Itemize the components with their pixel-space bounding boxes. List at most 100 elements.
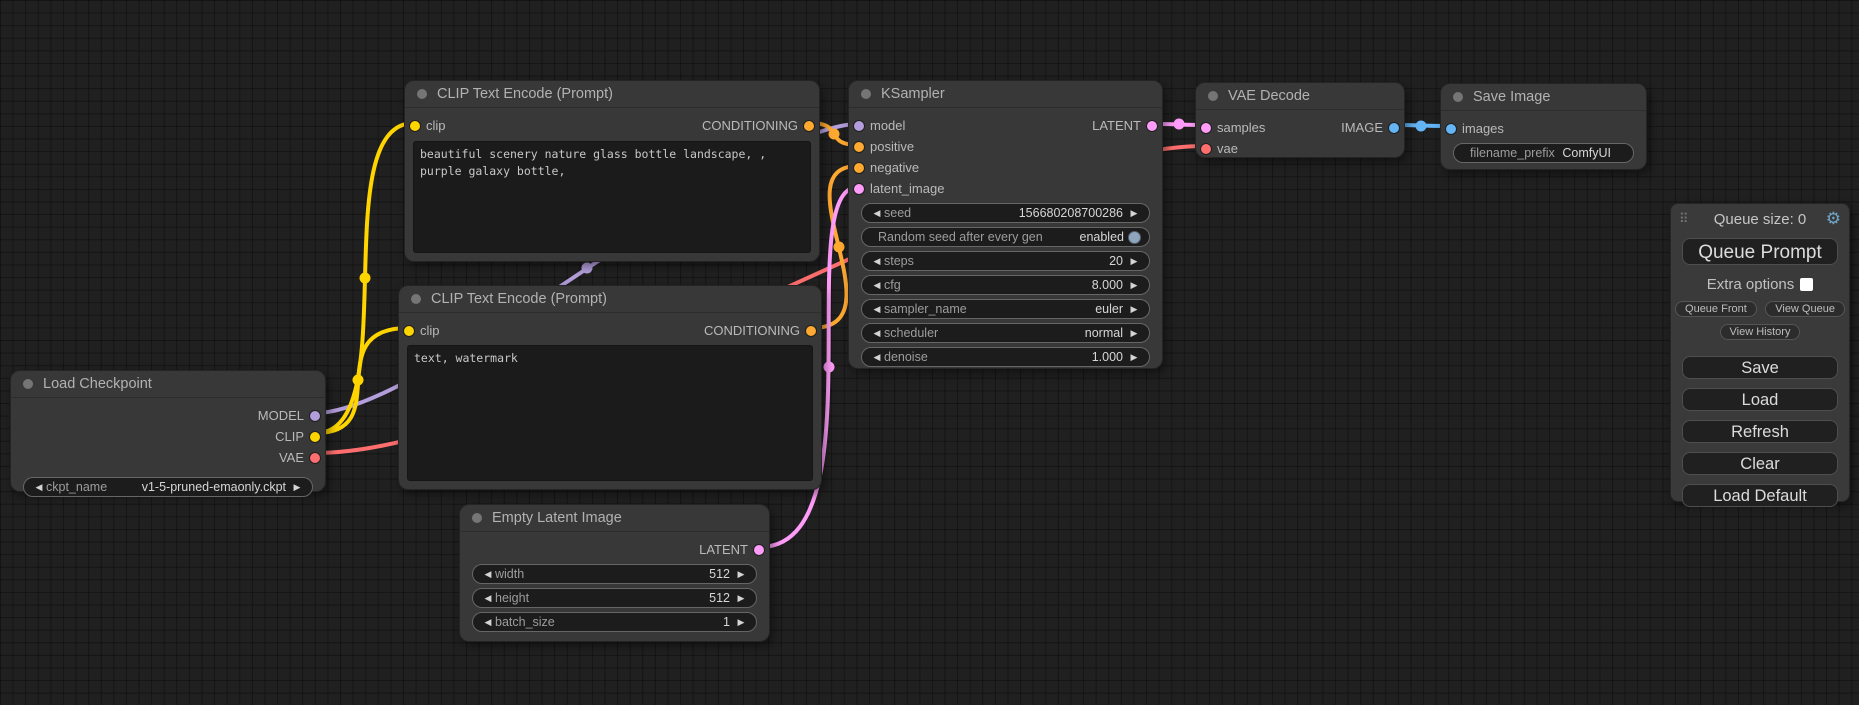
slot-label: LATENT — [1092, 118, 1141, 133]
random-seed-toggle-widget[interactable]: Random seed after every gen enabled — [861, 227, 1150, 247]
node-title: CLIP Text Encode (Prompt) — [431, 291, 607, 307]
decrement-arrow-icon[interactable]: ◀ — [481, 569, 495, 580]
slot-label: positive — [870, 139, 914, 154]
queue-front-button[interactable]: Queue Front — [1675, 301, 1757, 317]
slot-label: IMAGE — [1341, 120, 1383, 135]
height-widget[interactable]: ◀ height 512 ▶ — [472, 588, 757, 608]
load-default-button[interactable]: Load Default — [1682, 484, 1838, 507]
steps-widget[interactable]: ◀ steps 20 ▶ — [861, 251, 1150, 271]
toggle-icon[interactable] — [1128, 231, 1141, 244]
slot-label: negative — [870, 160, 919, 175]
slot-dot-icon — [754, 545, 764, 555]
node-title-bar[interactable]: Empty Latent Image — [460, 505, 769, 532]
node-title-bar[interactable]: CLIP Text Encode (Prompt) — [405, 81, 819, 108]
widget-value: ComfyUI — [1558, 146, 1625, 160]
save-button[interactable]: Save — [1682, 356, 1838, 379]
node-title-bar[interactable]: CLIP Text Encode (Prompt) — [399, 286, 821, 313]
scheduler-widget[interactable]: ◀ scheduler normal ▶ — [861, 323, 1150, 343]
extra-options-checkbox[interactable] — [1800, 278, 1813, 291]
queue-prompt-button[interactable]: Queue Prompt — [1682, 238, 1838, 265]
node-save-image[interactable]: Save Image images filename_prefix ComfyU… — [1440, 83, 1647, 170]
increment-arrow-icon[interactable]: ▶ — [734, 617, 748, 628]
slot-label: MODEL — [258, 408, 304, 423]
clear-button[interactable]: Clear — [1682, 452, 1838, 475]
batch-size-widget[interactable]: ◀ batch_size 1 ▶ — [472, 612, 757, 632]
node-title-bar[interactable]: VAE Decode — [1196, 83, 1404, 110]
node-empty-latent-image[interactable]: Empty Latent Image LATENT ◀ width 512 ▶ … — [459, 504, 770, 642]
slot-label: latent_image — [870, 181, 944, 196]
load-button[interactable]: Load — [1682, 388, 1838, 411]
slot-dot-icon — [854, 121, 864, 131]
collapse-dot-icon[interactable] — [861, 89, 871, 99]
denoise-widget[interactable]: ◀ denoise 1.000 ▶ — [861, 347, 1150, 367]
slot-dot-icon — [854, 142, 864, 152]
decrement-arrow-icon[interactable]: ◀ — [870, 352, 884, 363]
slot-label: vae — [1217, 141, 1238, 156]
slot-label: LATENT — [699, 542, 748, 557]
gear-icon[interactable]: ⚙ — [1826, 209, 1841, 229]
widget-value: 20 — [1105, 254, 1127, 268]
widget-value: 156680208700286 — [1015, 206, 1127, 220]
collapse-dot-icon[interactable] — [1453, 92, 1463, 102]
decrement-arrow-icon[interactable]: ◀ — [481, 617, 495, 628]
widget-label: width — [495, 567, 705, 581]
slot-dot-icon — [1446, 124, 1456, 134]
decrement-arrow-icon[interactable]: ◀ — [870, 328, 884, 339]
slot-dot-icon — [806, 326, 816, 336]
seed-widget[interactable]: ◀ seed 156680208700286 ▶ — [861, 203, 1150, 223]
decrement-arrow-icon[interactable]: ◀ — [870, 304, 884, 315]
slot-dot-icon — [310, 432, 320, 442]
cfg-widget[interactable]: ◀ cfg 8.000 ▶ — [861, 275, 1150, 295]
node-vae-decode[interactable]: VAE Decode samples IMAGE vae — [1195, 82, 1405, 158]
widget-label: steps — [884, 254, 1105, 268]
collapse-dot-icon[interactable] — [417, 89, 427, 99]
widget-value: normal — [1081, 326, 1127, 340]
slot-label: clip — [420, 323, 440, 338]
collapse-dot-icon[interactable] — [1208, 91, 1218, 101]
increment-arrow-icon[interactable]: ▶ — [1127, 280, 1141, 291]
decrement-arrow-icon[interactable]: ◀ — [870, 280, 884, 291]
view-queue-button[interactable]: View Queue — [1765, 301, 1845, 317]
increment-arrow-icon[interactable]: ▶ — [1127, 304, 1141, 315]
slot-label: CONDITIONING — [704, 323, 800, 338]
slot-dot-icon — [310, 453, 320, 463]
increment-arrow-icon[interactable]: ▶ — [1127, 328, 1141, 339]
increment-arrow-icon[interactable]: ▶ — [734, 569, 748, 580]
node-title: Save Image — [1473, 89, 1550, 105]
slot-dot-icon — [1389, 123, 1399, 133]
node-title: KSampler — [881, 86, 945, 102]
node-title-bar[interactable]: KSampler — [849, 81, 1162, 108]
increment-arrow-icon[interactable]: ▶ — [290, 482, 304, 493]
queue-panel: ⠿ Queue size: 0 ⚙ Queue Prompt Extra opt… — [1670, 203, 1850, 502]
view-history-button[interactable]: View History — [1720, 324, 1801, 340]
sampler-name-widget[interactable]: ◀ sampler_name euler ▶ — [861, 299, 1150, 319]
increment-arrow-icon[interactable]: ▶ — [734, 593, 748, 604]
queue-size-label: Queue size: 0 — [1671, 211, 1849, 228]
decrement-arrow-icon[interactable]: ◀ — [32, 482, 46, 493]
node-title-bar[interactable]: Save Image — [1441, 84, 1646, 111]
increment-arrow-icon[interactable]: ▶ — [1127, 208, 1141, 219]
collapse-dot-icon[interactable] — [411, 294, 421, 304]
decrement-arrow-icon[interactable]: ◀ — [481, 593, 495, 604]
node-load-checkpoint[interactable]: Load Checkpoint MODEL CLIP VAE ◀ ckpt_na… — [10, 370, 326, 492]
node-ksampler[interactable]: KSampler model LATENT positive negative … — [848, 80, 1163, 369]
node-clip-text-encode-positive[interactable]: CLIP Text Encode (Prompt) clip CONDITION… — [404, 80, 820, 262]
negative-prompt-textarea[interactable]: text, watermark — [407, 345, 813, 481]
increment-arrow-icon[interactable]: ▶ — [1127, 256, 1141, 267]
decrement-arrow-icon[interactable]: ◀ — [870, 208, 884, 219]
positive-prompt-textarea[interactable]: beautiful scenery nature glass bottle la… — [413, 141, 811, 253]
ckpt-name-widget[interactable]: ◀ ckpt_name v1-5-pruned-emaonly.ckpt ▶ — [23, 477, 313, 497]
collapse-dot-icon[interactable] — [472, 513, 482, 523]
decrement-arrow-icon[interactable]: ◀ — [870, 256, 884, 267]
increment-arrow-icon[interactable]: ▶ — [1127, 352, 1141, 363]
collapse-dot-icon[interactable] — [23, 379, 33, 389]
widget-label: denoise — [884, 350, 1088, 364]
refresh-button[interactable]: Refresh — [1682, 420, 1838, 443]
widget-label: seed — [884, 206, 1015, 220]
slot-label: images — [1462, 121, 1504, 136]
node-clip-text-encode-negative[interactable]: CLIP Text Encode (Prompt) clip CONDITION… — [398, 285, 822, 490]
width-widget[interactable]: ◀ width 512 ▶ — [472, 564, 757, 584]
node-title-bar[interactable]: Load Checkpoint — [11, 371, 325, 398]
filename-prefix-widget[interactable]: filename_prefix ComfyUI — [1453, 143, 1634, 163]
widget-label: height — [495, 591, 705, 605]
